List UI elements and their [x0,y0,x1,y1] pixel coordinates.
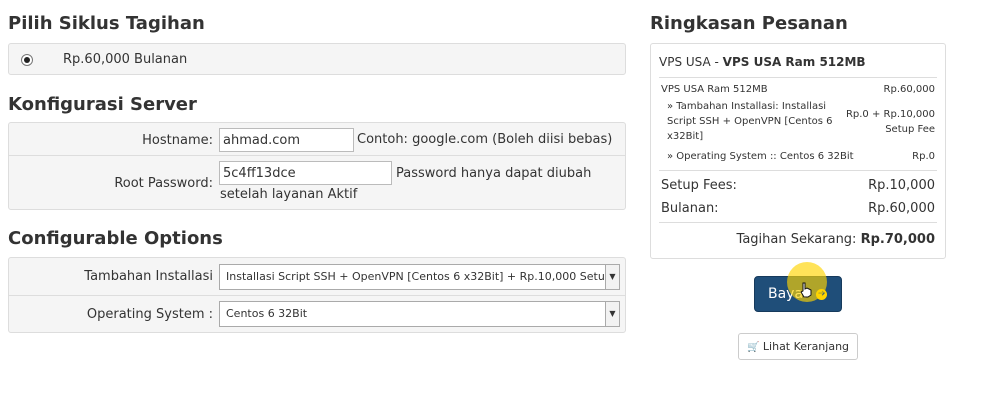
chevron-down-icon[interactable]: ▼ [605,265,619,289]
setup-fees-label: Setup Fees: [661,178,737,193]
addon-select-value: Installasi Script SSH + OpenVPN [Centos … [226,270,620,283]
order-summary-heading: Ringkasan Pesanan [650,13,848,34]
summary-os-price: Rp.0 [912,151,935,162]
summary-addon-line-3: x32Bit] [667,131,704,142]
order-summary-panel: VPS USA - VPS USA Ram 512MB VPS USA Ram … [650,43,946,259]
summary-addon-price-1: Rp.0 + Rp.10,000 [845,109,935,120]
server-config-panel: Hostname: Contoh: google.com (Boleh diis… [8,122,626,210]
billing-radio[interactable] [21,54,33,66]
summary-addon-line-1: » Tambahan Installasi: Installasi [667,101,827,112]
addon-label: Tambahan Installasi [84,269,213,284]
billing-option-label[interactable]: Rp.60,000 Bulanan [63,52,187,67]
root-password-help: Password hanya dapat diubah [396,166,592,181]
billing-heading: Pilih Siklus Tagihan [8,13,205,34]
os-select[interactable]: Centos 6 32Bit ▼ [219,301,620,327]
summary-os-line: » Operating System :: Centos 6 32Bit [667,151,854,162]
chevron-down-icon[interactable]: ▼ [605,302,619,326]
root-password-help-cont: setelah layanan Aktif [220,187,358,202]
summary-product-title: VPS USA - VPS USA Ram 512MB [659,55,866,69]
summary-divider-2 [659,170,937,171]
hostname-input[interactable] [219,128,354,152]
configurable-options-panel: Tambahan Installasi Installasi Script SS… [8,257,626,333]
total-due: Tagihan Sekarang: Rp.70,000 [737,232,935,247]
summary-divider [659,77,937,78]
hostname-label: Hostname: [142,133,213,148]
root-password-label: Root Password: [114,176,213,191]
summary-line-price: Rp.60,000 [883,84,935,95]
summary-addon-line-2: Script SSH + OpenVPN [Centos 6 [667,116,833,127]
total-due-label: Tagihan Sekarang: [736,232,861,247]
root-password-input[interactable] [219,161,392,185]
billing-cycle-panel: Rp.60,000 Bulanan [8,43,626,75]
os-select-value: Centos 6 32Bit [226,307,308,320]
summary-addon-price-2: Setup Fee [885,124,935,135]
setup-fees-value: Rp.10,000 [868,178,935,193]
summary-product-name: VPS USA Ram 512MB [722,55,866,69]
cart-icon: 🛒 [746,342,760,353]
total-due-value: Rp.70,000 [860,232,935,247]
summary-divider-3 [659,222,937,223]
monthly-value: Rp.60,000 [868,201,935,216]
configurable-options-heading: Configurable Options [8,228,223,249]
summary-line-name: VPS USA Ram 512MB [661,84,768,95]
view-cart-label: Lihat Keranjang [762,340,850,353]
hand-cursor-icon [800,282,812,298]
monthly-label: Bulanan: [661,201,719,216]
hostname-help: Contoh: google.com (Boleh diisi bebas) [357,132,613,147]
os-label: Operating System : [86,307,213,322]
addon-select[interactable]: Installasi Script SSH + OpenVPN [Centos … [219,264,620,290]
view-cart-button[interactable]: 🛒 Lihat Keranjang [738,333,858,360]
server-config-heading: Konfigurasi Server [8,94,197,115]
